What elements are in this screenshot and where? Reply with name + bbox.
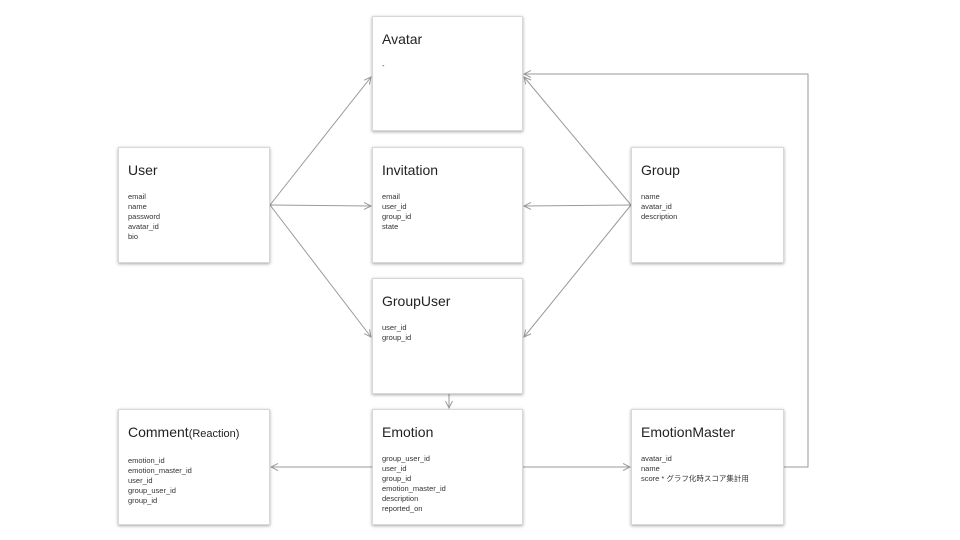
field: group_user_id bbox=[382, 454, 430, 463]
entity-title: User bbox=[128, 162, 158, 178]
field: name bbox=[128, 202, 147, 211]
field-list: name avatar_id description bbox=[641, 192, 774, 222]
field: group_id bbox=[382, 333, 412, 342]
edge-user-groupuser bbox=[269, 204, 371, 337]
field: group_user_id bbox=[128, 486, 176, 495]
entity-title: Avatar bbox=[382, 31, 423, 47]
field: description bbox=[382, 494, 419, 503]
field: group_id bbox=[382, 212, 412, 221]
field: emotion_id bbox=[128, 456, 165, 465]
entity-title: GroupUser bbox=[382, 293, 451, 309]
field-list: email name password avatar_id bio bbox=[128, 192, 260, 242]
edge-group-invitation bbox=[524, 205, 632, 206]
entity-title: Invitation bbox=[382, 162, 439, 178]
field-list: user_id group_id bbox=[382, 323, 513, 343]
field: bio bbox=[128, 232, 139, 241]
edge-group-groupuser bbox=[524, 204, 632, 337]
field: user_id bbox=[382, 464, 407, 473]
edge-user-invitation bbox=[269, 205, 371, 206]
entity-title: EmotionMaster bbox=[641, 424, 736, 440]
field: emotion_master_id bbox=[382, 484, 446, 493]
field: emotion_master_id bbox=[128, 466, 192, 475]
edge-user-avatar bbox=[269, 77, 371, 206]
field: user_id bbox=[382, 202, 407, 211]
entity-title-text: Comment bbox=[128, 424, 189, 440]
field: - bbox=[382, 61, 385, 70]
entity-title-suffix: (Reaction) bbox=[188, 428, 240, 440]
field: reported_on bbox=[382, 504, 423, 513]
field: avatar_id bbox=[641, 202, 672, 211]
field-list: group_user_id user_id group_id emotion_m… bbox=[382, 454, 513, 514]
er-diagram: Avatar - User email name password avatar… bbox=[0, 0, 960, 540]
entity-groupuser: GroupUser user_id group_id bbox=[372, 278, 523, 394]
field: name bbox=[641, 192, 660, 201]
entity-title: Group bbox=[641, 162, 680, 178]
field: email bbox=[128, 192, 146, 201]
edge-group-avatar bbox=[524, 77, 632, 206]
entity-title: Comment(Reaction) bbox=[128, 424, 260, 442]
field: avatar_id bbox=[641, 454, 672, 463]
field-list: email user_id group_id state bbox=[382, 192, 513, 232]
entity-invitation: Invitation email user_id group_id state bbox=[372, 147, 523, 263]
field: group_id bbox=[382, 474, 412, 483]
field: avatar_id bbox=[128, 222, 159, 231]
field-list: avatar_id name score * グラフ化時スコア集計用 bbox=[641, 454, 774, 484]
entity-title: Emotion bbox=[382, 424, 434, 440]
field: name bbox=[641, 464, 660, 473]
field: user_id bbox=[382, 323, 407, 332]
field: description bbox=[641, 212, 678, 221]
field: password bbox=[128, 212, 161, 221]
field: email bbox=[382, 192, 400, 201]
entity-comment: Comment(Reaction) emotion_id emotion_mas… bbox=[118, 409, 270, 525]
field: state bbox=[382, 222, 399, 231]
field-list: - bbox=[382, 61, 513, 71]
entity-emotion: Emotion group_user_id user_id group_id e… bbox=[372, 409, 523, 525]
entity-group: Group name avatar_id description bbox=[631, 147, 784, 263]
field-list: emotion_id emotion_master_id user_id gro… bbox=[128, 456, 260, 506]
field: user_id bbox=[128, 476, 153, 485]
field: group_id bbox=[128, 496, 158, 505]
entity-avatar: Avatar - bbox=[372, 16, 523, 131]
entity-user: User email name password avatar_id bio bbox=[118, 147, 270, 263]
entity-emotionmaster: EmotionMaster avatar_id name score * グラフ… bbox=[631, 409, 784, 525]
field: score * グラフ化時スコア集計用 bbox=[641, 474, 749, 483]
